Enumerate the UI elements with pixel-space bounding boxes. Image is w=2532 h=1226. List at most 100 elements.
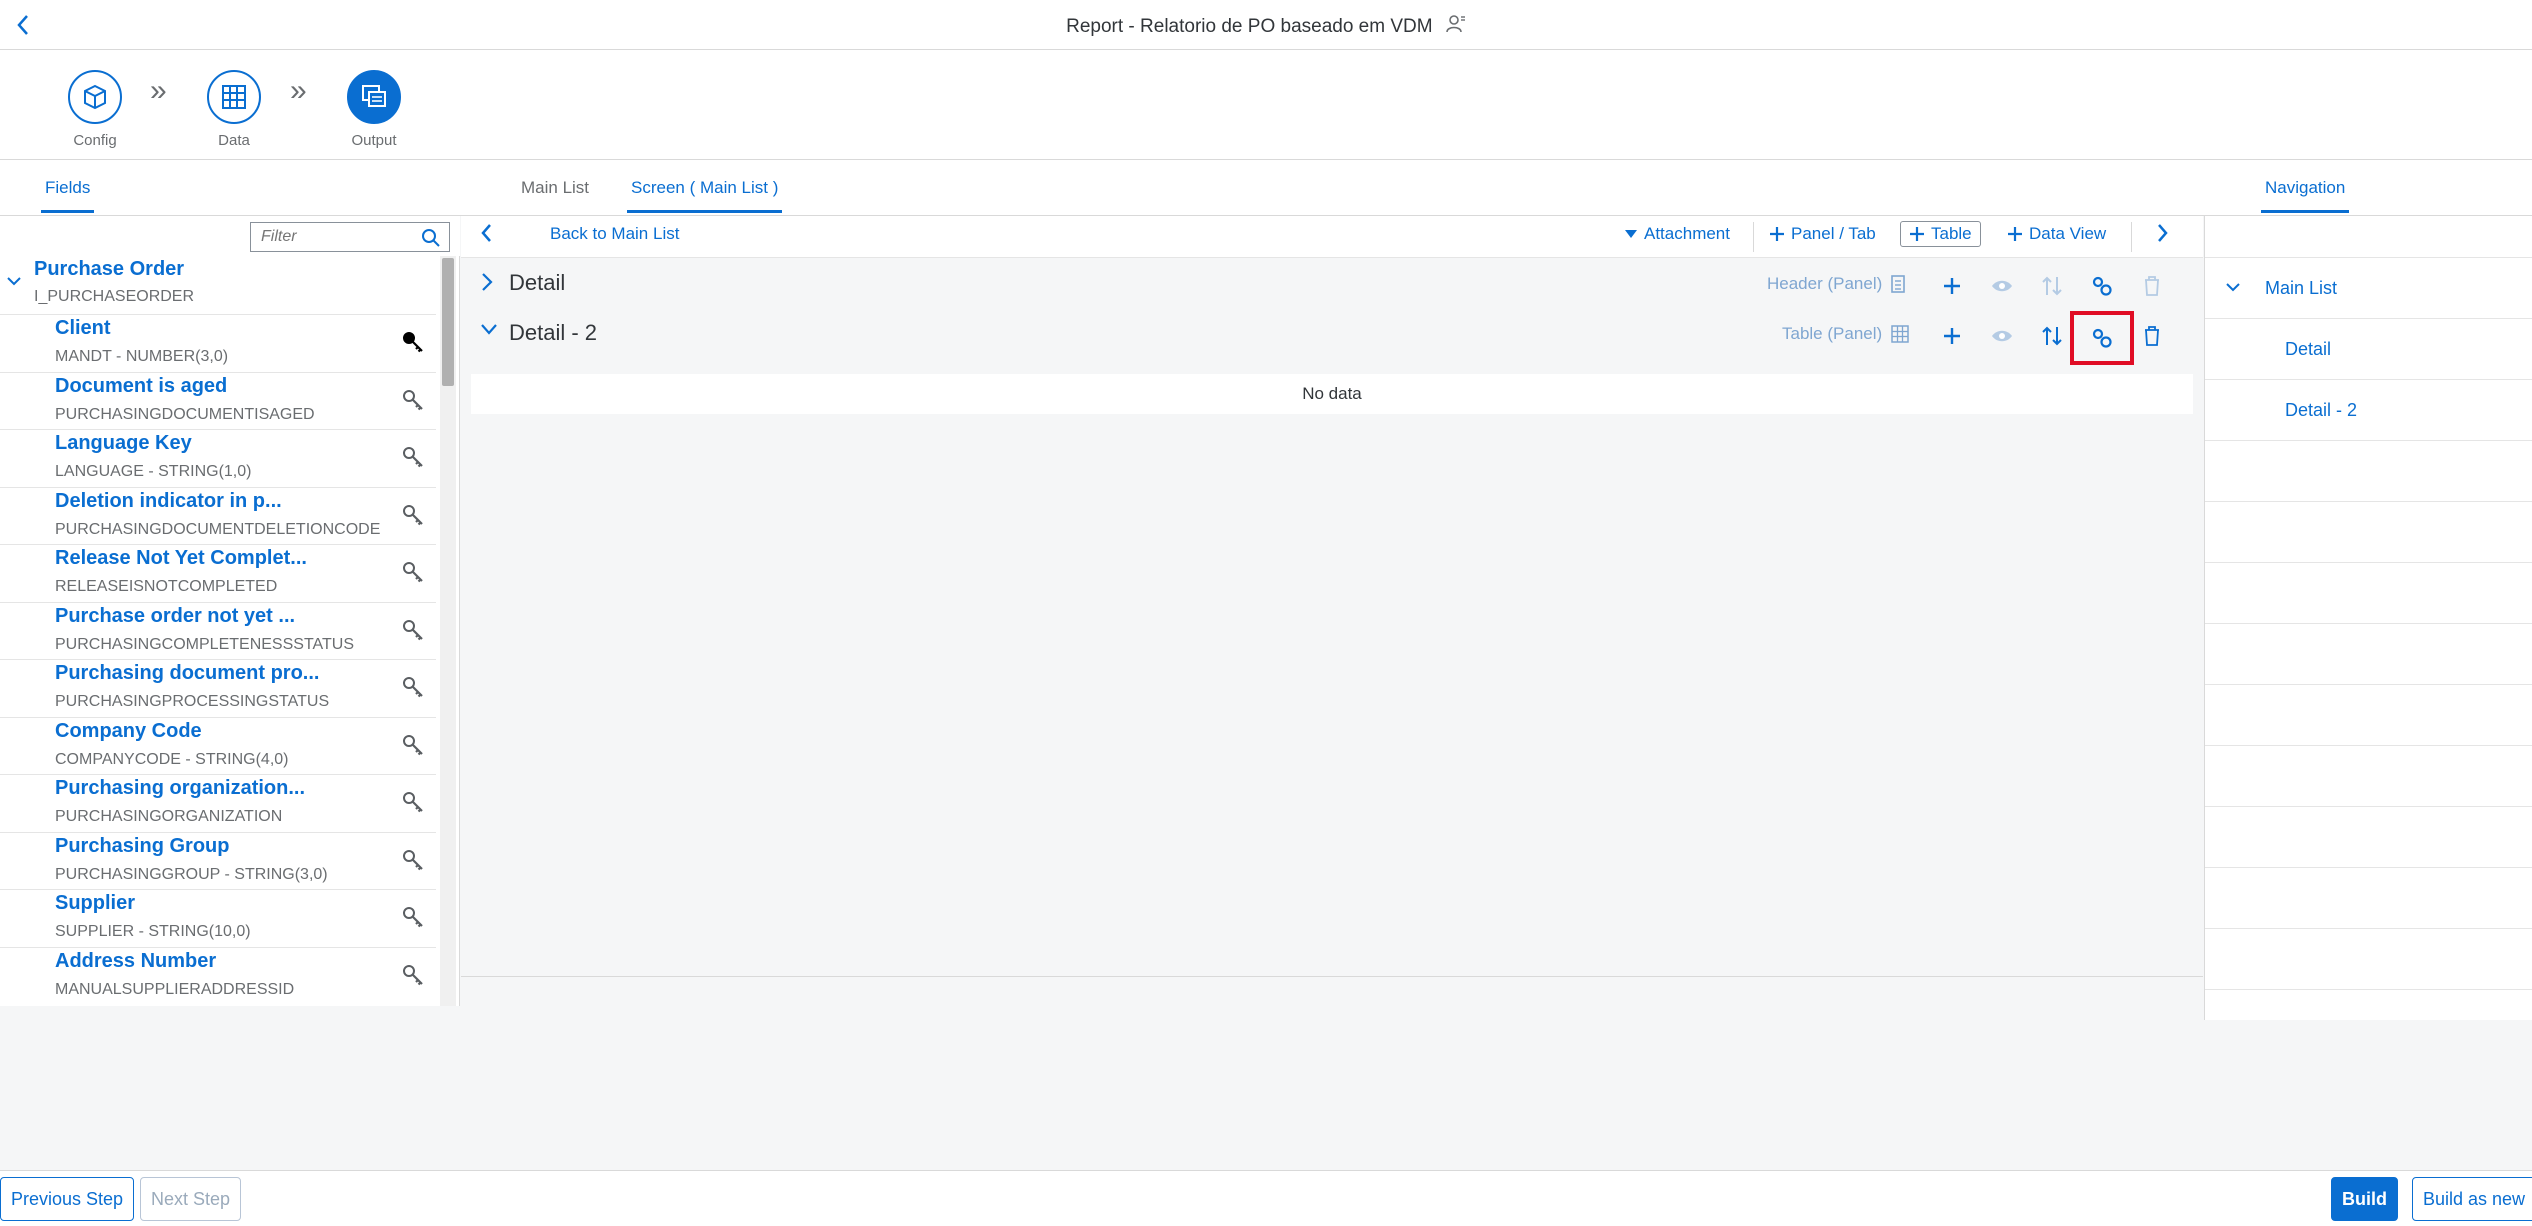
chevron-right-icon[interactable] [479, 271, 495, 298]
back-to-main-list-link[interactable]: Back to Main List [550, 224, 679, 244]
field-row[interactable]: Purchasing organization... PURCHASINGORGA… [0, 774, 436, 831]
step-config[interactable]: Config [35, 70, 155, 149]
nav-item-label: Main List [2265, 278, 2338, 298]
key-icon[interactable] [402, 964, 424, 991]
step-data[interactable]: Data [174, 70, 294, 149]
toolbar-prev-button[interactable] [479, 222, 493, 244]
add-table-button[interactable]: Table [1900, 221, 1981, 247]
no-data-message: No data [471, 374, 2193, 414]
field-name: Purchase order not yet ... [55, 604, 296, 627]
field-name: Purchasing organization... [55, 777, 306, 799]
key-icon[interactable] [402, 734, 424, 761]
nav-item-main-list[interactable]: Main List [2205, 258, 2532, 319]
add-data-view-button[interactable]: Data View [2007, 224, 2106, 244]
wizard-steps: Config » Data » Output [0, 50, 2532, 178]
delete-button[interactable] [2135, 269, 2169, 303]
field-technical-name: LANGUAGE - STRING(1,0) [55, 463, 252, 480]
tab-navigation[interactable]: Navigation [2260, 178, 2350, 213]
visibility-button[interactable] [1985, 269, 2019, 303]
field-row[interactable]: Address Number MANUALSUPPLIERADDRESSID [0, 946, 436, 1004]
tab-screen-main-list[interactable]: Screen ( Main List ) [626, 178, 783, 213]
filter-field[interactable] [250, 222, 450, 252]
nav-empty-row [2205, 502, 2532, 563]
add-button[interactable] [1935, 269, 1969, 303]
delete-button[interactable] [2135, 319, 2169, 353]
field-row[interactable]: Deletion indicator in p... PURCHASINGDOCU… [0, 486, 436, 544]
toolbar-next-button[interactable] [2156, 222, 2170, 244]
nav-item-detail-2[interactable]: Detail - 2 [2205, 380, 2532, 441]
field-technical-name: PURCHASINGGROUP - STRING(3,0) [55, 865, 328, 883]
next-step-button[interactable]: Next Step [140, 1177, 242, 1221]
build-as-new-button[interactable]: Build as new [2412, 1177, 2532, 1221]
step-output[interactable]: Output [314, 70, 434, 178]
key-icon[interactable] [402, 389, 424, 416]
settings-button-highlighted[interactable] [2070, 311, 2134, 365]
person-icon[interactable] [1446, 14, 1466, 40]
nav-empty-row [2205, 929, 2532, 990]
field-row[interactable]: Release Not Yet Complet... RELEASEISNOTCO… [0, 544, 436, 601]
previous-step-button[interactable]: Previous Step [0, 1177, 135, 1221]
section-detail-2: Detail - 2 Table (Panel) [461, 308, 2203, 365]
section-detail-2-type-label: Table (Panel) [1782, 324, 1883, 343]
step-data-label: Data [218, 132, 250, 149]
tab-fields[interactable]: Fields [40, 178, 95, 213]
tree-root[interactable]: Purchase Order I_PURCHASEORDER [0, 256, 440, 314]
add-button[interactable] [1935, 319, 1969, 353]
chevron-down-icon[interactable] [6, 274, 22, 292]
field-tree: Purchase Order I_PURCHASEORDER Client MAN… [0, 256, 440, 1006]
nav-empty-row [2205, 868, 2532, 929]
key-icon[interactable] [402, 849, 424, 876]
chevron-double-right-icon: » [150, 74, 167, 107]
key-icon[interactable] [402, 504, 424, 531]
field-row[interactable]: Company Code COMPANYCODE - STRING(4,0) [0, 716, 436, 774]
toolbar-separator [1753, 222, 1754, 252]
attachment-button[interactable]: Attachment [1624, 224, 1730, 244]
step-output-label: Output [351, 132, 397, 149]
sort-button[interactable] [2035, 269, 2069, 303]
plus-icon [1770, 227, 1784, 241]
field-row[interactable]: Language Key LANGUAGE - STRING(1,0) [0, 429, 436, 486]
add-panel-tab-button[interactable]: Panel / Tab [1769, 224, 1876, 244]
field-row[interactable]: Client MANDT - NUMBER(3,0) [0, 314, 436, 371]
table-icon [1891, 325, 1909, 343]
build-button[interactable]: Build [2331, 1177, 2398, 1221]
nav-empty-row [2205, 624, 2532, 685]
scrollbar-thumb[interactable] [442, 258, 454, 386]
field-row[interactable]: Purchase order not yet ... PURCHASINGCOMP… [0, 601, 436, 659]
search-icon[interactable] [421, 228, 441, 253]
key-icon[interactable] [402, 906, 424, 933]
field-technical-name: PURCHASINGORGANIZATION [55, 808, 283, 825]
tab-main-list[interactable]: Main List [521, 178, 589, 198]
key-icon[interactable] [402, 446, 424, 473]
field-name: Company Code [55, 719, 202, 742]
chevron-down-icon[interactable] [479, 321, 499, 342]
visibility-button[interactable] [1985, 319, 2019, 353]
key-icon[interactable] [402, 331, 424, 358]
field-name: Deletion indicator in p... [55, 489, 282, 512]
tree-root-name: Purchase Order [34, 258, 185, 280]
add-panel-tab-label: Panel / Tab [1791, 224, 1876, 243]
field-row[interactable]: Purchasing Group PURCHASINGGROUP - STRING… [0, 831, 436, 889]
chevron-right-icon [2158, 224, 2168, 242]
chevron-down-icon[interactable] [2225, 280, 2241, 298]
step-data-circle [207, 70, 261, 124]
section-detail-type-label: Header (Panel) [1767, 274, 1883, 293]
field-row[interactable]: Document is aged PURCHASINGDOCUMENTISAGED [0, 371, 436, 429]
field-name: Purchasing document pro... [55, 662, 320, 684]
sort-button[interactable] [2035, 319, 2069, 353]
nav-empty-row [2205, 746, 2532, 807]
nav-item-detail[interactable]: Detail [2205, 319, 2532, 380]
nav-item-label: Detail - 2 [2285, 400, 2358, 420]
filter-input[interactable] [251, 228, 411, 246]
key-icon[interactable] [402, 561, 424, 588]
key-icon[interactable] [402, 619, 424, 646]
key-icon[interactable] [402, 791, 424, 818]
field-row[interactable]: Supplier SUPPLIER - STRING(10,0) [0, 889, 436, 946]
settings-button[interactable] [2085, 269, 2119, 303]
field-technical-name: PURCHASINGPROCESSINGSTATUS [55, 693, 330, 710]
plus-icon [1944, 328, 1960, 344]
footer-bar: Previous Step Next Step Build Build as n… [0, 1170, 2532, 1226]
nav-item-label: Detail [2285, 339, 2332, 359]
key-icon[interactable] [402, 676, 424, 703]
field-row[interactable]: Purchasing document pro... PURCHASINGPROC… [0, 659, 436, 716]
